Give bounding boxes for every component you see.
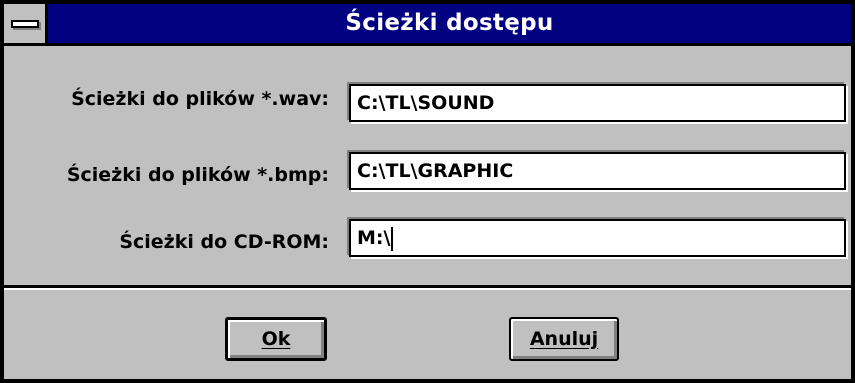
- separator-highlight: [4, 288, 851, 290]
- text-caret: [391, 226, 394, 251]
- cdrom-path-value: M:\: [357, 227, 391, 249]
- bmp-path-value: C:\TL\GRAPHIC: [357, 160, 514, 182]
- window-title: Ścieżki dostępu: [345, 10, 554, 36]
- title-bar[interactable]: Ścieżki dostępu: [4, 4, 851, 46]
- cdrom-path-value-wrap: M:\: [357, 221, 394, 255]
- bmp-path-label: Ścieżki do plików *.bmp:: [66, 164, 329, 186]
- dialog-window: Ścieżki dostępu Ścieżki do plików *.wav:…: [0, 0, 855, 383]
- wav-path-value: C:\TL\SOUND: [357, 92, 495, 114]
- system-menu-icon: [11, 20, 39, 28]
- ok-button[interactable]: Ok: [225, 317, 327, 361]
- wav-path-label: Ścieżki do plików *.wav:: [71, 88, 329, 110]
- wav-path-input[interactable]: C:\TL\SOUND: [349, 84, 846, 122]
- cdrom-path-input[interactable]: M:\: [349, 219, 846, 257]
- cancel-button-label: Anuluj: [529, 328, 599, 350]
- ok-button-label: Ok: [261, 328, 291, 350]
- cancel-button[interactable]: Anuluj: [509, 317, 619, 361]
- bmp-path-input[interactable]: C:\TL\GRAPHIC: [349, 152, 846, 190]
- system-menu-button[interactable]: [4, 4, 48, 43]
- cdrom-path-label: Ścieżki do CD-ROM:: [119, 231, 329, 253]
